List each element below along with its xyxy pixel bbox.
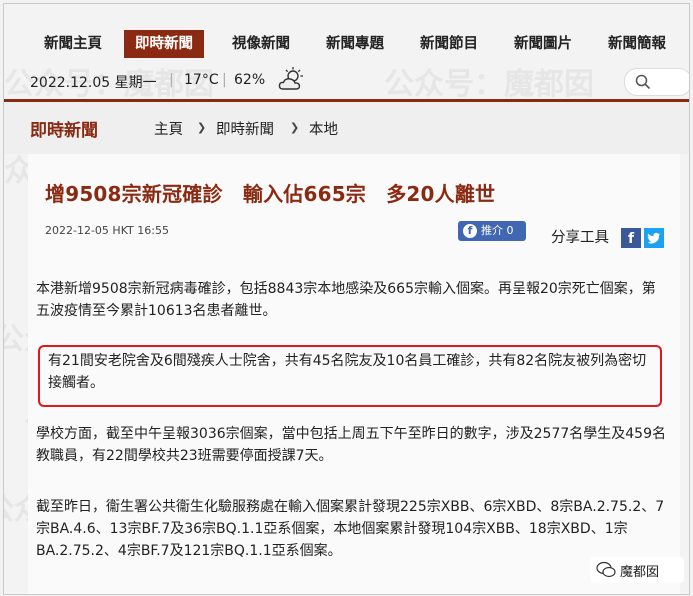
breadcrumb-home[interactable]: 主頁	[154, 118, 183, 139]
search-icon	[635, 74, 651, 90]
page-frame: 公众号：魔都囡 公众号：魔都囡 公众号：魔都囡 公众号：魔都囡 公众号：魔都囡 …	[3, 3, 690, 595]
facebook-like-button[interactable]: f 推介 0	[458, 221, 526, 241]
account-badge: 魔都囡	[590, 557, 684, 583]
nav-item-news-home[interactable]: 新聞主頁	[44, 30, 102, 58]
breadcrumb-instant-news[interactable]: 即時新聞	[216, 118, 274, 139]
article-paragraph: 本港新增9508宗新冠病毒確診，包括8843宗本地感染及665宗輸入個案。再呈報…	[36, 281, 656, 319]
nav-item-news-programs[interactable]: 新聞節目	[420, 30, 478, 58]
nav-item-news-features[interactable]: 新聞專題	[326, 30, 384, 58]
article-paragraph: 有21間安老院舍及6間殘疾人士院舍，共有45名院友及10名員工確診，共有82名院…	[48, 353, 647, 391]
twitter-share-icon[interactable]	[644, 228, 664, 248]
article-paragraph: 學校方面，截至中午呈報3036宗個案，當中包括上周五下午至昨日的數字，涉及257…	[36, 426, 666, 464]
share-tools-label: 分享工具	[551, 230, 609, 246]
divider: |	[222, 72, 227, 88]
info-bar: 2022.12.05 星期一 | 17°C | 62%	[4, 64, 689, 100]
article-headline: 增9508宗新冠確診 輸入佔665宗 多20人離世	[45, 182, 496, 206]
facebook-icon: f	[463, 224, 477, 238]
facebook-share-icon[interactable]: f	[621, 228, 641, 248]
divider: |	[169, 72, 174, 88]
article-timestamp: 2022-12-05 HKT 16:55	[45, 224, 169, 237]
wechat-icon	[596, 561, 616, 578]
nav-item-video-news[interactable]: 視像新聞	[232, 30, 290, 58]
chevron-right-icon: ❯	[290, 121, 300, 134]
breadcrumb-local[interactable]: 本地	[309, 118, 338, 139]
article-paragraph: 截至昨日，衞生署公共衞生化驗服務處在輸入個案累計發現225宗XBB、6宗XBD、…	[36, 499, 665, 559]
like-label: 推介 0	[481, 224, 514, 237]
nav-item-news-photos[interactable]: 新聞圖片	[514, 30, 572, 58]
temperature: 17°C	[184, 72, 219, 88]
breadcrumb: 即時新聞 主頁 ❯ 即時新聞 ❯ 本地	[4, 102, 689, 154]
article-card: 增9508宗新冠確診 輸入佔665宗 多20人離世 2022-12-05 HKT…	[28, 154, 680, 594]
humidity: 62%	[234, 72, 266, 88]
search-input[interactable]	[624, 68, 689, 96]
main-nav: 新聞主頁 即時新聞 視像新聞 新聞專題 新聞節目 新聞圖片 新聞簡報	[4, 26, 689, 62]
account-name: 魔都囡	[620, 565, 660, 580]
chevron-right-icon: ❯	[197, 121, 207, 134]
section-title: 即時新聞	[30, 121, 98, 141]
current-date: 2022.12.05 星期一	[30, 75, 157, 91]
cloud-sun-icon	[278, 67, 306, 97]
nav-item-instant-news[interactable]: 即時新聞	[124, 30, 204, 58]
nav-item-news-briefing[interactable]: 新聞簡報	[608, 30, 666, 58]
